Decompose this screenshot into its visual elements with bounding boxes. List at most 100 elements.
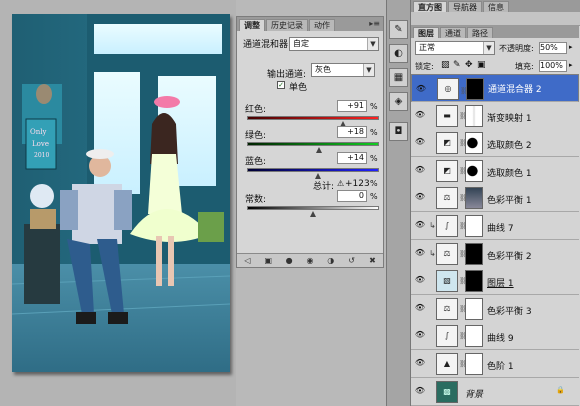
layer-row[interactable]: 👁 ∫ ⛓ 曲线 9 [411, 322, 579, 351]
layer-row[interactable]: 👁 ◎ ⛓ 通道混合器 2 [411, 74, 579, 102]
opacity-input[interactable]: 50% [539, 42, 567, 54]
layer-mask-thumb[interactable] [465, 353, 483, 375]
layer-mask-thumb[interactable] [465, 325, 483, 348]
styles-icon[interactable]: ◈ [389, 92, 408, 111]
layer-row[interactable]: 👁 ⚖ ⛓ 色彩平衡 3 [411, 294, 579, 323]
brush-preset-icon[interactable]: ✎ [389, 20, 408, 39]
layer-mask-thumb[interactable] [465, 132, 483, 155]
tab-paths[interactable]: 路径 [467, 27, 493, 38]
selective-color-icon: ◩ [436, 132, 458, 155]
output-channel-value: 灰色 [315, 65, 331, 74]
layer-mask-thumb[interactable] [465, 187, 483, 210]
layer-mask-thumb[interactable] [465, 159, 483, 182]
blue-slider[interactable] [247, 168, 379, 172]
layer-name: 选取颜色 2 [487, 141, 532, 152]
fill-input[interactable]: 100% [539, 60, 567, 72]
layer-row[interactable]: 👁 ◩ ⛓ 选取颜色 1 [411, 156, 579, 185]
constant-slider-thumb[interactable] [310, 211, 316, 217]
layer-name: 选取颜色 1 [487, 168, 532, 179]
document-canvas[interactable]: Only Love 2010 [0, 0, 236, 406]
green-slider-thumb[interactable] [315, 147, 322, 153]
layer-name: 色彩平衡 2 [487, 251, 532, 262]
layer-row[interactable]: 👁 ◩ ⛓ 选取颜色 2 [411, 129, 579, 158]
previous-state-icon[interactable]: ◑ [326, 256, 336, 265]
layer-name: 色彩平衡 1 [487, 196, 532, 207]
wedding-photo[interactable]: Only Love 2010 [12, 14, 230, 372]
lock-row: 锁定: ▨ ✎ ✥ ▣ 填充: 100% ▸ [411, 58, 579, 74]
layer-name: 曲线 7 [487, 224, 514, 234]
eye-icon[interactable]: 👁 [414, 83, 428, 95]
total-value: +123 [345, 179, 370, 189]
panel-menu-icon[interactable]: ▸≡ [369, 19, 380, 29]
output-channel-select[interactable]: 灰色 ▼ [311, 63, 375, 77]
eye-icon[interactable]: 👁 [413, 220, 427, 229]
chevron-down-icon: ▼ [367, 38, 378, 50]
green-value-input[interactable]: +18 [337, 126, 367, 138]
tab-info[interactable]: 信息 [483, 1, 509, 12]
green-slider[interactable] [247, 142, 379, 146]
layer-mask-thumb[interactable] [465, 104, 483, 127]
lock-position-icon[interactable]: ✥ [465, 60, 473, 70]
layer-row[interactable]: 👁 ▩ 背景 🔒 [411, 377, 579, 406]
lock-icon: 🔒 [556, 385, 565, 394]
lock-transparent-icon[interactable]: ▨ [441, 60, 450, 70]
red-value-input[interactable]: +91 [337, 100, 367, 112]
lock-all-icon[interactable]: ▣ [477, 60, 486, 70]
layer-row[interactable]: 👁 ▧ ⛓ 图层 1 [411, 267, 579, 296]
tab-channels[interactable]: 通道 [440, 27, 466, 38]
red-slider[interactable] [247, 116, 379, 120]
monochrome-checkbox[interactable]: ✓ [277, 81, 285, 89]
eye-icon[interactable]: 👁 [413, 192, 427, 201]
clip-arrow-icon: ↳ [429, 248, 436, 258]
eye-icon[interactable]: 👁 [413, 358, 427, 367]
tab-layers[interactable]: 图层 [413, 27, 439, 38]
clip-layer-icon[interactable]: ● [284, 256, 294, 265]
reset-icon[interactable]: ↺ [347, 256, 357, 265]
tab-adjustments[interactable]: 调整 [239, 19, 265, 31]
layer-mask-thumb[interactable] [466, 78, 484, 100]
levels-icon: ▲ [436, 353, 458, 375]
preset-select[interactable]: 自定 ▼ [289, 37, 379, 51]
monochrome-label: 单色 [289, 83, 308, 93]
chevron-right-icon[interactable]: ▸ [569, 61, 573, 69]
eye-icon[interactable]: 👁 [413, 248, 427, 257]
eye-icon[interactable]: 👁 [413, 303, 427, 312]
eye-icon[interactable]: 👁 [413, 275, 427, 284]
blue-value-input[interactable]: +14 [337, 152, 367, 164]
selective-color-icon: ◩ [436, 159, 458, 182]
layer-mask-thumb[interactable] [465, 215, 483, 237]
camera-icon[interactable]: ◘ [389, 122, 408, 141]
curves-icon: ∫ [436, 215, 458, 237]
layer-name: 背景 [465, 389, 484, 400]
swatches-icon[interactable]: ▦ [389, 68, 408, 87]
layer-mask-thumb[interactable] [465, 297, 483, 320]
lock-image-icon[interactable]: ✎ [453, 60, 461, 70]
layer-row[interactable]: 👁 ↳ ∫ ⛓ 曲线 7 [411, 212, 579, 240]
layer-row[interactable]: 👁 ▬ ⛓ 渐变映射 1 [411, 101, 579, 130]
constant-slider[interactable] [247, 206, 379, 210]
chevron-right-icon[interactable]: ▸ [569, 43, 573, 51]
delete-icon[interactable]: ✖ [367, 256, 377, 265]
eye-icon[interactable]: 👁 [413, 110, 427, 119]
eye-icon[interactable]: 👁 [413, 137, 427, 146]
blend-row: 正常 ▼ 不透明度: 50% ▸ [411, 40, 579, 56]
expand-view-icon[interactable]: ▣ [263, 256, 273, 265]
layer-mask-thumb[interactable] [465, 242, 483, 265]
eye-icon[interactable]: 👁 [413, 330, 427, 339]
tab-history[interactable]: 历史记录 [266, 19, 308, 31]
layer-row[interactable]: 👁 ↳ ⚖ ⛓ 色彩平衡 2 [411, 239, 579, 268]
layer-row[interactable]: 👁 ⚖ ⛓ 色彩平衡 1 [411, 184, 579, 213]
return-arrow-icon[interactable]: ◁ [242, 256, 252, 265]
tab-navigator[interactable]: 导航器 [448, 1, 482, 12]
layer-row[interactable]: 👁 ▲ ⛓ 色阶 1 [411, 350, 579, 378]
color-icon[interactable]: ◐ [389, 44, 408, 63]
constant-value-input[interactable]: 0 [337, 190, 367, 202]
eye-icon[interactable]: 👁 [413, 165, 427, 174]
layer-mask-thumb[interactable] [465, 270, 483, 293]
tab-actions[interactable]: 动作 [309, 19, 335, 31]
tab-histogram[interactable]: 直方图 [413, 1, 447, 12]
eye-icon[interactable]: 👁 [413, 386, 427, 395]
visibility-eye-icon[interactable]: ◉ [305, 256, 315, 265]
curves-icon: ∫ [436, 325, 458, 348]
blend-mode-select[interactable]: 正常 ▼ [415, 41, 495, 55]
